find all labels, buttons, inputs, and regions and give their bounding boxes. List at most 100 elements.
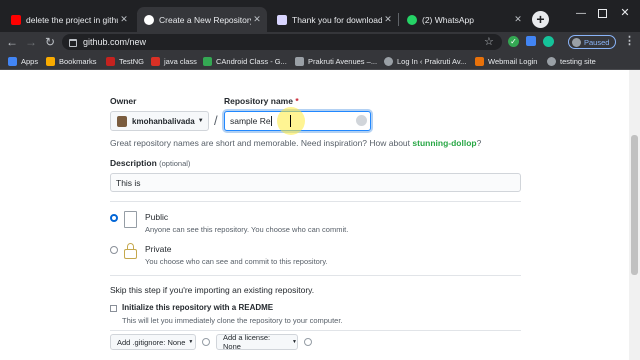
- reload-icon[interactable]: ↻: [41, 33, 59, 51]
- bookmark-label: TestNG: [119, 56, 145, 66]
- bookmark-bookmarks[interactable]: Bookmarks: [46, 54, 97, 68]
- gitignore-dropdown[interactable]: Add .gitignore: None ▼: [110, 334, 196, 350]
- gitignore-label: Add .gitignore: None: [117, 337, 186, 347]
- webmail-icon: [475, 56, 484, 66]
- lock-icon[interactable]: [69, 39, 77, 47]
- repo-name-label-text: Repository name: [224, 96, 293, 106]
- youtube-icon: [11, 14, 21, 25]
- maximize-button[interactable]: [598, 9, 607, 18]
- bookmark-star-icon[interactable]: ☆: [484, 35, 494, 48]
- extension-check-icon[interactable]: ✓: [508, 36, 519, 47]
- owner-label: Owner: [110, 96, 137, 106]
- tab-github[interactable]: Create a New Repository ✕: [137, 7, 267, 32]
- close-icon[interactable]: ✕: [512, 14, 524, 25]
- close-icon[interactable]: ✕: [382, 14, 394, 25]
- chevron-down-icon: ▼: [197, 118, 204, 124]
- owner-repo-separator: /: [214, 113, 218, 128]
- bookmark-java-class[interactable]: java class: [151, 54, 197, 68]
- bookmark-testing-site[interactable]: testing site: [547, 54, 596, 68]
- tab-title: Thank you for downloading E: [292, 14, 382, 25]
- readme-description: This will let you immediately clone the …: [122, 316, 343, 325]
- ibeam-cursor-icon: [290, 115, 291, 127]
- private-radio[interactable]: [110, 246, 118, 254]
- text-cursor: [270, 116, 272, 126]
- folder-icon: [46, 56, 55, 66]
- readme-checkbox[interactable]: [110, 305, 117, 312]
- lock-icon: [124, 249, 137, 259]
- chevron-down-icon: ▼: [188, 339, 194, 345]
- bookmark-label: CAndroid Class - G...: [216, 56, 287, 66]
- android-icon: [203, 56, 212, 66]
- globe-icon: [295, 56, 304, 66]
- public-label: Public: [145, 212, 169, 222]
- private-label: Private: [145, 244, 172, 254]
- bookmark-label: java class: [164, 56, 197, 66]
- bookmark-label: testing site: [560, 56, 596, 66]
- back-icon[interactable]: ←: [3, 33, 21, 51]
- skip-import-text: Skip this step if you're importing an ex…: [110, 285, 315, 295]
- tab-youtube[interactable]: delete the project in github ✕: [4, 7, 134, 32]
- bookmark-label: Webmail Login: [488, 56, 538, 66]
- profile-paused-button[interactable]: Paused: [568, 35, 616, 49]
- tab-title: (2) WhatsApp: [422, 14, 474, 25]
- info-icon[interactable]: [304, 338, 312, 346]
- license-dropdown[interactable]: Add a license: None ▼: [216, 333, 298, 351]
- bookmark-apps[interactable]: Apps: [8, 54, 38, 68]
- bookmark-prakruti-login[interactable]: Log In ‹ Prakruti Av...: [384, 54, 466, 68]
- optional-label: (optional): [159, 159, 191, 168]
- minimize-button[interactable]: —: [574, 8, 588, 22]
- tab-separator: [398, 13, 399, 26]
- repo-name-value: sample Re: [230, 116, 271, 126]
- bookmark-label: Apps: [21, 56, 39, 66]
- info-icon[interactable]: [202, 338, 210, 346]
- avatar: [572, 37, 581, 47]
- public-radio[interactable]: [110, 214, 118, 222]
- tab-eclipse[interactable]: Thank you for downloading E ✕: [270, 7, 398, 32]
- required-mark: *: [295, 96, 299, 106]
- tab-whatsapp[interactable]: (2) WhatsApp ✕: [400, 7, 528, 32]
- divider: [110, 275, 521, 276]
- bookmark-testng[interactable]: TestNG: [106, 54, 144, 68]
- bookmark-label: Log In ‹ Prakruti Av...: [397, 56, 467, 66]
- public-repo-icon: [124, 211, 137, 228]
- close-window-button[interactable]: ✕: [618, 6, 632, 20]
- owner-dropdown[interactable]: kmohanbalivada ▼: [110, 111, 209, 131]
- extension-grammar-icon[interactable]: [543, 36, 554, 47]
- apps-grid-icon: [8, 56, 17, 66]
- whatsapp-icon: [407, 14, 417, 25]
- description-value: This is: [116, 177, 141, 188]
- url-text[interactable]: github.com/new: [83, 34, 146, 50]
- tab-title: delete the project in github: [26, 14, 118, 25]
- wordpress-icon: [384, 56, 393, 66]
- scrollbar-thumb[interactable]: [631, 135, 638, 275]
- description-input[interactable]: This is: [110, 173, 521, 192]
- readme-label[interactable]: Initialize this repository with a README: [122, 303, 273, 312]
- close-icon[interactable]: ✕: [118, 14, 130, 25]
- github-icon: [144, 14, 154, 25]
- bookmark-android-class[interactable]: CAndroid Class - G...: [203, 54, 287, 68]
- eclipse-icon: [277, 14, 287, 25]
- repo-name-label: Repository name *: [224, 96, 299, 106]
- description-label: Description (optional): [110, 158, 190, 168]
- repo-name-hint: Great repository names are short and mem…: [110, 138, 481, 148]
- java-icon: [151, 56, 160, 66]
- suggestion-link[interactable]: stunning-dollop: [412, 138, 476, 148]
- close-icon[interactable]: ✕: [251, 14, 263, 25]
- description-label-text: Description: [110, 158, 157, 168]
- new-tab-button[interactable]: +: [532, 11, 549, 28]
- cursor-highlight: [277, 107, 305, 135]
- globe-icon: [547, 56, 556, 66]
- extension-grid-icon[interactable]: [526, 36, 536, 46]
- bookmark-label: Bookmarks: [59, 56, 97, 66]
- bookmark-prakruti[interactable]: Prakruti Avenues –...: [295, 54, 377, 68]
- private-description: You choose who can see and commit to thi…: [145, 257, 328, 266]
- tab-title: Create a New Repository: [159, 14, 251, 25]
- bookmark-webmail[interactable]: Webmail Login: [475, 54, 537, 68]
- hint-text: Great repository names are short and mem…: [110, 138, 411, 148]
- forward-icon[interactable]: →: [22, 33, 40, 51]
- license-label: Add a license: None: [223, 333, 271, 351]
- testng-icon: [106, 56, 115, 66]
- bookmark-label: Prakruti Avenues –...: [308, 56, 378, 66]
- menu-icon[interactable]: ⋮: [624, 34, 635, 47]
- input-clear-icon[interactable]: [356, 115, 367, 126]
